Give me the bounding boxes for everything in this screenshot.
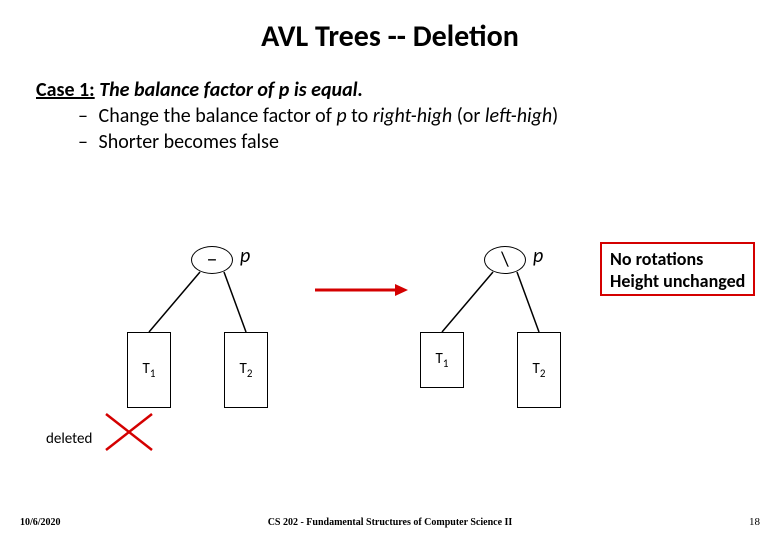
deleted-label: deleted: [46, 430, 92, 448]
note-box: No rotations Height unchanged: [600, 242, 755, 296]
left-subtree-t1: T1: [127, 332, 171, 408]
right-subtree-t2: T2: [517, 332, 561, 408]
left-subtree-t2: T2: [224, 332, 268, 408]
left-p-label: p: [240, 244, 250, 268]
right-p-label: p: [533, 244, 543, 268]
right-subtree-t1: T1: [420, 332, 464, 388]
footer-page-number: 18: [749, 516, 760, 528]
slide: AVL Trees -- Deletion Case 1: The balanc…: [0, 0, 780, 540]
left-node-p: –: [191, 246, 233, 274]
note-line2: Height unchanged: [610, 270, 745, 292]
note-line1: No rotations: [610, 248, 745, 270]
right-node-p: \: [484, 246, 526, 274]
diagram: – p T1 T2 \ p T1 T2 No rotations Height …: [0, 0, 780, 540]
footer-course: CS 202 - Fundamental Structures of Compu…: [0, 517, 780, 528]
